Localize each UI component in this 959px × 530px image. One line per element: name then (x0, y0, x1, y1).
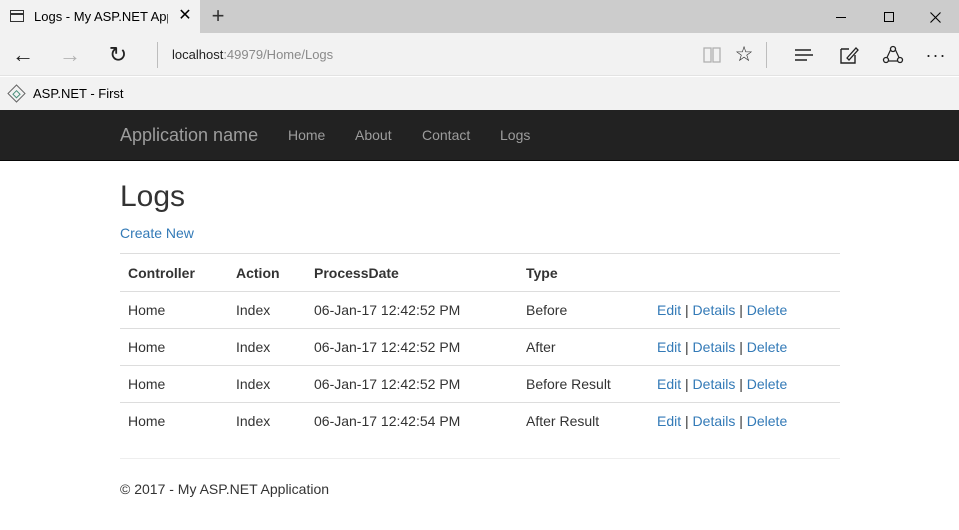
column-header-action: Action (228, 253, 306, 292)
cell-controller: Home (120, 291, 228, 329)
nav-logs[interactable]: Logs (500, 127, 530, 143)
table-row: Home Index 06-Jan-17 12:42:54 PM After R… (120, 402, 840, 440)
delete-link[interactable]: Delete (747, 376, 787, 392)
nav-home[interactable]: Home (288, 127, 325, 143)
footer-divider (120, 458, 840, 459)
refresh-icon[interactable]: ↻ (104, 41, 132, 69)
logs-table: Controller Action ProcessDate Type Home … (120, 253, 840, 440)
site-navbar: Application name Home About Contact Logs (0, 110, 959, 161)
cell-processdate: 06-Jan-17 12:42:54 PM (306, 402, 518, 440)
cell-actions: Edit | Details | Delete (649, 328, 840, 366)
more-icon[interactable]: ··· (922, 41, 950, 69)
create-new-link[interactable]: Create New (120, 225, 194, 241)
edit-link[interactable]: Edit (657, 376, 681, 392)
aspnet-favicon-icon (7, 84, 26, 103)
cell-type: Before Result (518, 365, 649, 403)
edit-link[interactable]: Edit (657, 302, 681, 318)
details-link[interactable]: Details (693, 413, 736, 429)
cell-action: Index (228, 291, 306, 329)
link-separator: | (685, 413, 689, 430)
close-window-button[interactable] (912, 0, 958, 33)
toolbar-divider (766, 42, 767, 68)
table-row: Home Index 06-Jan-17 12:42:52 PM Before … (120, 291, 840, 329)
maximize-button[interactable] (866, 0, 912, 33)
share-icon[interactable] (879, 41, 907, 69)
nav-about[interactable]: About (355, 127, 392, 143)
column-header-processdate: ProcessDate (306, 253, 518, 292)
url-host: localhost (172, 47, 224, 62)
link-separator: | (739, 339, 743, 355)
delete-link[interactable]: Delete (747, 339, 787, 355)
link-separator: | (685, 376, 689, 392)
details-link[interactable]: Details (693, 376, 736, 392)
favorite-star-icon[interactable]: ☆ (730, 41, 758, 69)
cell-controller: Home (120, 402, 228, 440)
maximize-icon (884, 12, 894, 23)
table-row: Home Index 06-Jan-17 12:42:52 PM After E… (120, 328, 840, 366)
cell-type: After (518, 328, 649, 366)
link-separator: | (739, 376, 743, 392)
table-row: Home Index 06-Jan-17 12:42:52 PM Before … (120, 365, 840, 403)
delete-link[interactable]: Delete (747, 302, 787, 318)
address-toolbar: ← → ↻ localhost:49979/Home/Logs ☆ ··· (0, 33, 959, 76)
forward-arrow-icon[interactable]: → (56, 41, 84, 69)
cell-controller: Home (120, 328, 228, 366)
edit-link[interactable]: Edit (657, 339, 681, 355)
page-title: Logs (120, 180, 186, 213)
column-header-type: Type (518, 253, 649, 292)
tab-title: Logs - My ASP.NET App (34, 9, 168, 24)
delete-link[interactable]: Delete (747, 413, 787, 429)
address-input[interactable]: localhost:49979/Home/Logs (172, 47, 333, 62)
minimize-icon (836, 16, 846, 18)
cell-processdate: 06-Jan-17 12:42:52 PM (306, 291, 518, 329)
cell-action: Index (228, 328, 306, 366)
new-tab-icon[interactable]: + (206, 4, 230, 28)
cell-actions: Edit | Details | Delete (649, 402, 840, 440)
link-separator: | (685, 302, 689, 318)
link-separator: | (739, 302, 743, 318)
brand-link[interactable]: Application name (120, 125, 258, 146)
cell-actions: Edit | Details | Delete (649, 365, 840, 403)
details-link[interactable]: Details (693, 339, 736, 355)
edit-link[interactable]: Edit (657, 413, 681, 429)
minimize-button[interactable] (818, 0, 864, 33)
cell-action: Index (228, 365, 306, 403)
toolbar-divider (157, 42, 158, 68)
favorite-item[interactable]: ASP.NET - First (33, 86, 124, 101)
browser-tab-strip: Logs - My ASP.NET App ✕ + (0, 0, 959, 33)
tab-close-icon[interactable]: ✕ (176, 6, 194, 26)
column-header-controller: Controller (120, 253, 228, 292)
favorites-bar: ASP.NET - First (0, 77, 959, 110)
browser-tab[interactable]: Logs - My ASP.NET App ✕ (0, 0, 200, 33)
column-header-actions (649, 253, 840, 292)
link-separator: | (739, 413, 743, 430)
table-header-row: Controller Action ProcessDate Type (120, 253, 840, 292)
cell-processdate: 06-Jan-17 12:42:52 PM (306, 328, 518, 366)
cell-action: Index (228, 402, 306, 440)
cell-type: Before (518, 291, 649, 329)
nav-contact[interactable]: Contact (422, 127, 470, 143)
footer-copyright: © 2017 - My ASP.NET Application (120, 481, 330, 497)
close-icon (929, 11, 941, 23)
hub-icon[interactable] (790, 41, 818, 69)
cell-processdate: 06-Jan-17 12:42:52 PM (306, 365, 518, 403)
cell-controller: Home (120, 365, 228, 403)
cell-actions: Edit | Details | Delete (649, 291, 840, 329)
url-path: :49979/Home/Logs (223, 47, 334, 62)
tab-page-icon (10, 10, 24, 22)
cell-type: After Result (518, 402, 649, 440)
link-separator: | (685, 339, 689, 355)
details-link[interactable]: Details (693, 302, 736, 318)
reading-view-icon[interactable] (698, 41, 726, 69)
back-arrow-icon[interactable]: ← (9, 41, 37, 69)
web-note-icon[interactable] (835, 41, 863, 69)
